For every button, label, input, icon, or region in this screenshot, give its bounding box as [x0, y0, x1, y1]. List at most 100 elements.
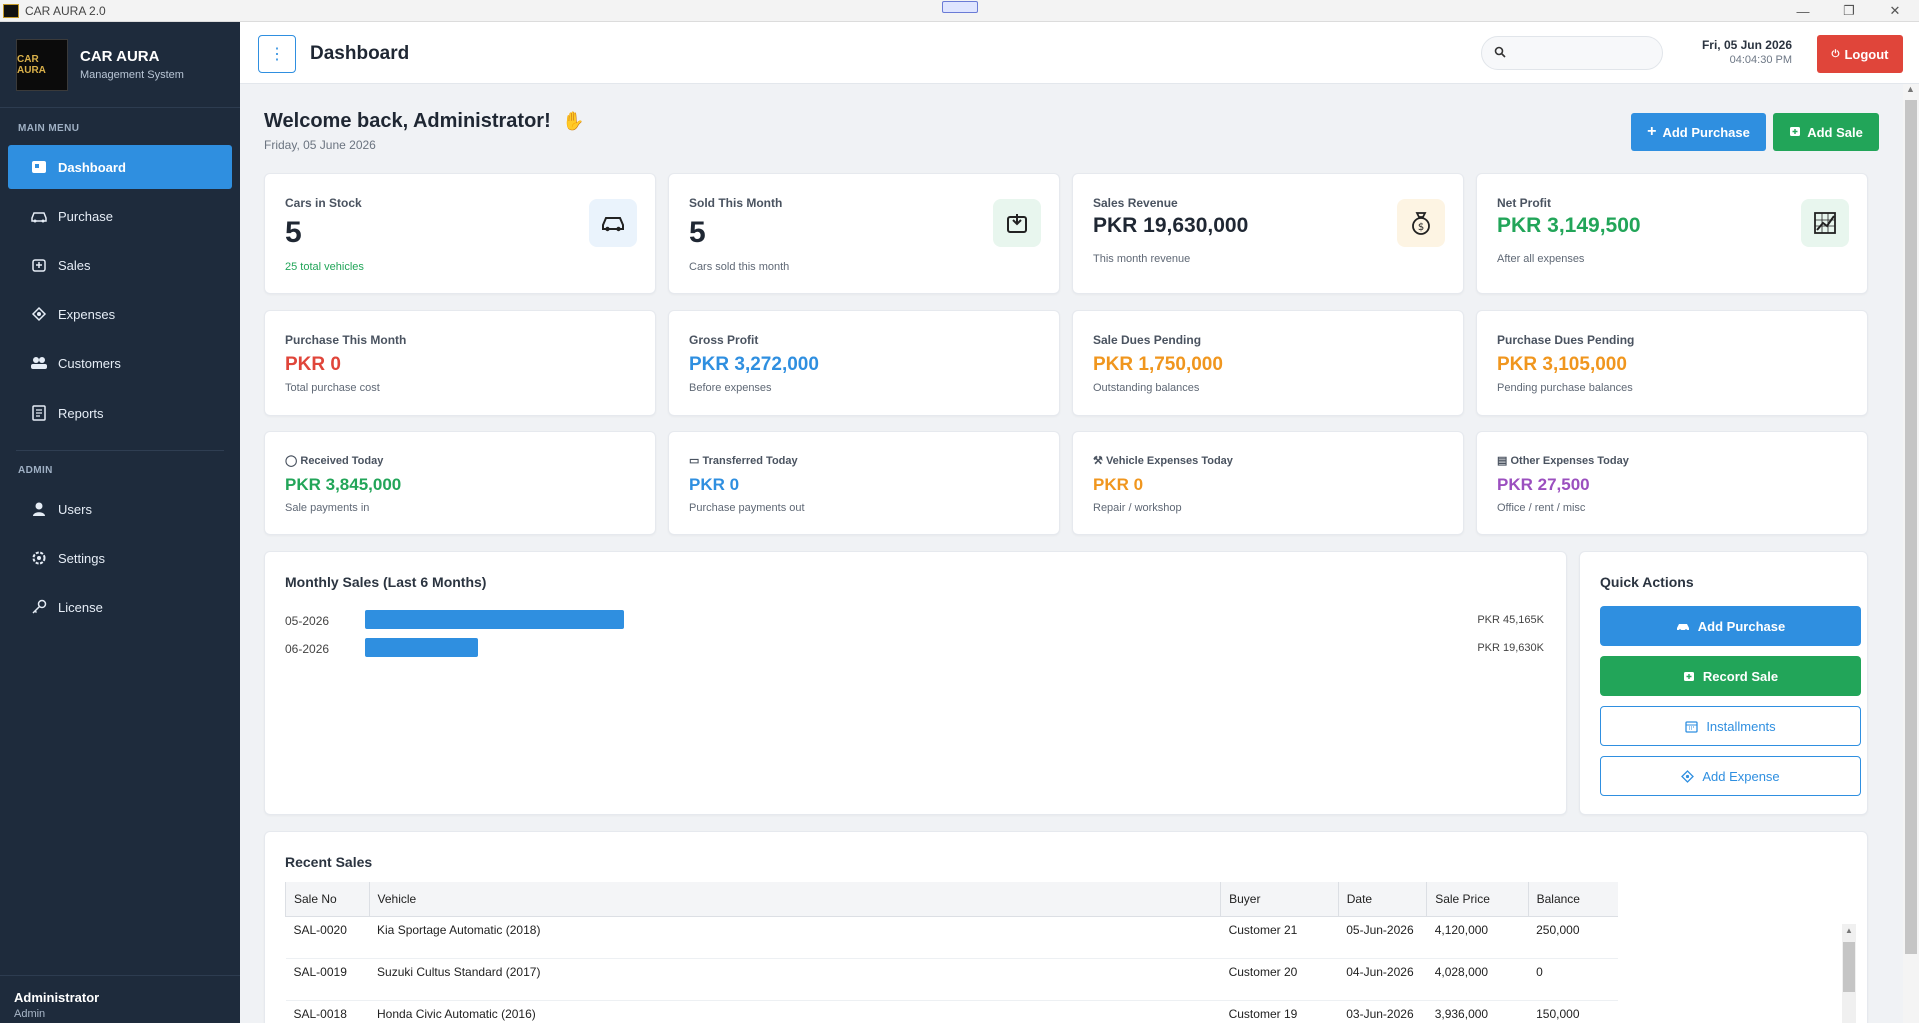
table-scrollbar[interactable]: ▲	[1842, 924, 1856, 1023]
cell-sale-no: SAL-0019	[285, 958, 370, 1001]
brand-name: CAR AURA	[80, 48, 160, 65]
sidebar-item-label: Dashboard	[58, 159, 126, 175]
stat-card-cars-in-stock: Cars in Stock 5 25 total vehicles	[264, 173, 656, 294]
cell-date: 04-Jun-2026	[1338, 958, 1427, 1001]
search-box[interactable]	[1481, 36, 1663, 70]
qa-record-sale-label: Record Sale	[1702, 668, 1779, 684]
stat-sub: 25 total vehicles	[285, 261, 364, 273]
sidebar-item-label: Users	[58, 501, 92, 517]
search-input[interactable]	[1512, 46, 1652, 60]
scroll-up-arrow[interactable]: ▲	[1906, 84, 1915, 94]
brand-logo: CAR AURA	[16, 38, 68, 91]
stat-label: ▭ Transferred Today	[689, 454, 798, 467]
sidebar-item-license[interactable]: License	[8, 585, 232, 629]
cell-date: 05-Jun-2026	[1338, 916, 1427, 959]
sidebar-item-settings[interactable]: Settings	[8, 536, 232, 580]
bar-label: 05-2026	[285, 614, 330, 628]
stat-sub: Purchase payments out	[689, 502, 805, 514]
sidebar-divider	[16, 450, 224, 451]
key-icon	[30, 598, 48, 616]
drag-handle[interactable]	[942, 1, 978, 13]
stat-value: PKR 3,845,000	[285, 475, 402, 494]
stat-label-text: Received Today	[300, 455, 384, 467]
topbar: ⋮ Dashboard Fri, 05 Jun 2026 04:04:30 PM…	[240, 22, 1919, 84]
stat-sub: After all expenses	[1497, 253, 1585, 265]
maximize-button[interactable]: ❐	[1826, 0, 1872, 22]
minimize-button[interactable]: —	[1780, 0, 1826, 22]
table-row[interactable]: SAL-0020 Kia Sportage Automatic (2018) C…	[285, 916, 1618, 959]
scroll-up-arrow[interactable]: ▲	[1845, 926, 1853, 935]
add-purchase-button[interactable]: + Add Purchase	[1631, 113, 1766, 151]
stat-card-purchase-this-month: Purchase This Month PKR 0 Total purchase…	[264, 310, 656, 416]
svg-text:$: $	[1418, 222, 1424, 233]
stat-card-other-expenses-today: ▤ Other Expenses Today PKR 27,500 Office…	[1476, 431, 1868, 535]
cell-buyer: Customer 19	[1220, 1000, 1339, 1023]
sales-icon	[30, 256, 48, 274]
bar-value: PKR 19,630K	[1477, 642, 1544, 654]
menu-toggle-button[interactable]: ⋮	[258, 35, 296, 73]
close-button[interactable]: ✕	[1872, 0, 1918, 22]
stat-label-text: Other Expenses Today	[1510, 455, 1629, 467]
stat-sub: Cars sold this month	[689, 261, 790, 273]
logout-button[interactable]: ⏻ Logout	[1817, 35, 1903, 73]
qa-add-expense-button[interactable]: Add Expense	[1600, 756, 1861, 796]
cell-sale-no: SAL-0018	[285, 1000, 370, 1023]
column-header[interactable]: Sale Price	[1426, 882, 1529, 917]
table-row[interactable]: SAL-0019 Suzuki Cultus Standard (2017) C…	[285, 958, 1618, 1001]
stat-sub: Pending purchase balances	[1497, 382, 1633, 394]
column-header[interactable]: Date	[1337, 882, 1427, 917]
reports-icon	[30, 404, 48, 422]
scrollbar-thumb[interactable]	[1905, 100, 1917, 954]
cell-sale-no: SAL-0020	[285, 916, 370, 959]
kebab-icon: ⋮	[269, 46, 285, 63]
column-header[interactable]: Vehicle	[368, 882, 1221, 917]
stat-value: PKR 0	[285, 354, 341, 375]
sidebar-user-footer: Administrator Admin	[0, 975, 240, 1023]
cell-sale-price: 4,028,000	[1426, 958, 1529, 1001]
recent-sales-title: Recent Sales	[285, 854, 373, 870]
sidebar-item-users[interactable]: Users	[8, 487, 232, 531]
sidebar-item-sales[interactable]: Sales	[8, 243, 232, 287]
sidebar-item-reports[interactable]: Reports	[8, 391, 232, 435]
stat-value: 5	[689, 216, 706, 249]
qa-add-purchase-button[interactable]: Add Purchase	[1600, 606, 1861, 646]
add-purchase-label: Add Purchase	[1662, 124, 1750, 140]
car-icon	[30, 207, 48, 225]
table-row[interactable]: SAL-0018 Honda Civic Automatic (2016) Cu…	[285, 1000, 1618, 1023]
stat-card-transferred-today: ▭ Transferred Today PKR 0 Purchase payme…	[668, 431, 1060, 535]
stat-card-gross-profit: Gross Profit PKR 3,272,000 Before expens…	[668, 310, 1060, 416]
current-date: Fri, 05 Jun 2026	[1701, 38, 1792, 52]
add-sale-button[interactable]: Add Sale	[1773, 113, 1879, 151]
stat-card-purchase-dues-pending: Purchase Dues Pending PKR 3,105,000 Pend…	[1476, 310, 1868, 416]
window-titlebar: CAR AURA 2.0 — ❐ ✕	[0, 0, 1919, 22]
sidebar-item-purchase[interactable]: Purchase	[8, 194, 232, 238]
sidebar-item-dashboard[interactable]: Dashboard	[8, 145, 232, 189]
brand-logo-text: CAR AURA	[17, 53, 46, 76]
chart-icon	[1801, 199, 1849, 247]
calendar-icon	[1685, 720, 1698, 733]
stat-value: PKR 27,500	[1497, 475, 1590, 494]
sidebar-item-expenses[interactable]: Expenses	[8, 292, 232, 336]
column-header[interactable]: Sale No	[285, 882, 370, 917]
qa-add-purchase-label: Add Purchase	[1697, 618, 1786, 634]
sidebar-item-label: Customers	[58, 355, 121, 371]
column-header[interactable]: Balance	[1527, 882, 1618, 917]
sidebar-item-label: Expenses	[58, 306, 116, 322]
stat-label-text: Transferred Today	[702, 455, 798, 467]
gear-icon	[30, 549, 48, 567]
qa-installments-button[interactable]: Installments	[1600, 706, 1861, 746]
page-scrollbar[interactable]: ▲	[1903, 84, 1919, 1023]
cell-sale-price: 3,936,000	[1426, 1000, 1529, 1023]
qa-record-sale-button[interactable]: Record Sale	[1600, 656, 1861, 696]
sidebar-item-label: Reports	[58, 405, 104, 421]
cell-vehicle: Kia Sportage Automatic (2018)	[369, 916, 1221, 959]
stat-label: ◯ Received Today	[285, 454, 383, 467]
bar-06-2026	[365, 638, 478, 657]
scrollbar-thumb[interactable]	[1843, 942, 1855, 992]
column-header[interactable]: Buyer	[1220, 882, 1339, 917]
sidebar-item-customers[interactable]: Customers	[8, 341, 232, 385]
stat-label: Cars in Stock	[285, 196, 362, 210]
stat-card-sales-revenue: Sales Revenue PKR 19,630,000 This month …	[1072, 173, 1464, 294]
sidebar-item-label: Purchase	[58, 208, 113, 224]
expenses-icon	[30, 305, 48, 323]
